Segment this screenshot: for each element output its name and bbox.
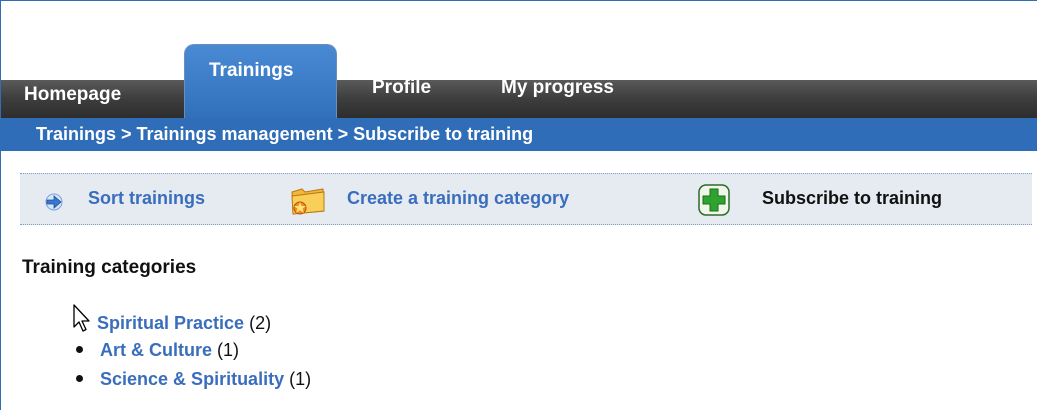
category-count: (1)	[217, 340, 240, 360]
category-link[interactable]: Art & Culture	[100, 340, 212, 360]
folder-icon[interactable]	[289, 183, 327, 217]
tab-homepage[interactable]: Homepage	[24, 84, 121, 106]
list-item: Science & Spirituality (1)	[76, 369, 311, 390]
category-count: (1)	[289, 369, 312, 389]
category-link[interactable]: Spiritual Practice	[97, 313, 244, 333]
bullet-icon	[76, 345, 83, 353]
create-category-link[interactable]: Create a training category	[347, 188, 569, 209]
subscribe-training-label: Subscribe to training	[762, 188, 943, 208]
plus-icon[interactable]	[698, 184, 730, 216]
tab-profile[interactable]: Profile	[372, 77, 431, 99]
arrow-right-icon[interactable]	[43, 193, 65, 211]
list-item: Art & Culture (1)	[76, 340, 239, 361]
bullet-icon	[76, 374, 83, 382]
list-item: Spiritual Practice (2)	[97, 313, 271, 334]
category-link[interactable]: Science & Spirituality	[100, 369, 284, 389]
section-title: Training categories	[22, 257, 197, 278]
breadcrumb: Trainings > Trainings management > Subsc…	[36, 124, 534, 144]
mouse-cursor-icon	[73, 304, 90, 332]
tab-my-progress[interactable]: My progress	[501, 77, 614, 99]
sort-trainings-link[interactable]: Sort trainings	[88, 188, 205, 209]
category-count: (2)	[249, 313, 272, 333]
tab-trainings-label: Trainings	[209, 60, 294, 81]
tab-trainings[interactable]: Trainings	[184, 44, 337, 124]
